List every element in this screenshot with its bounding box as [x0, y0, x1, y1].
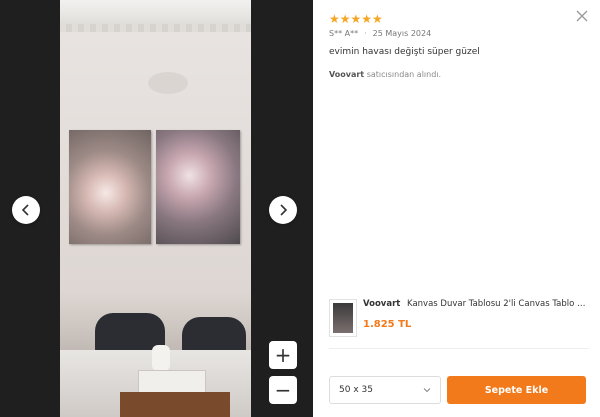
review-meta: S** A** · 25 Mayıs 2024 — [329, 29, 432, 38]
product-title[interactable]: Voovart Kanvas Duvar Tablosu 2'li Canvas… — [363, 299, 589, 309]
image-gallery: + − — [0, 0, 313, 417]
chevron-left-icon — [21, 204, 29, 216]
product-brand: Voovart — [363, 299, 401, 309]
seller-info: Voovart satıcısından alındı. — [329, 70, 441, 79]
chevron-right-icon — [280, 204, 288, 216]
zoom-in-button[interactable]: + — [269, 341, 297, 369]
seller-suffix: satıcısından alındı. — [366, 70, 442, 79]
product-price: 1.825 TL — [363, 319, 412, 330]
previous-image-button[interactable] — [12, 196, 40, 224]
divider — [329, 348, 589, 349]
review-panel: ★★★★★ S** A** · 25 Mayıs 2024 evimin hav… — [313, 0, 600, 417]
seller-name: Voovart — [329, 70, 365, 79]
product-thumbnail[interactable] — [329, 299, 357, 337]
review-photo — [60, 0, 251, 417]
review-image-viewer: + − ★★★★★ S** A** · 25 Mayıs 2024 evimin… — [0, 0, 600, 417]
add-to-cart-button[interactable]: Sepete Ekle — [447, 376, 586, 404]
rating-stars: ★★★★★ — [329, 12, 383, 26]
product-name: Kanvas Duvar Tablosu 2'li Canvas Tablo S… — [407, 299, 589, 309]
review-author: S** A** — [329, 29, 359, 38]
review-date: 25 Mayıs 2024 — [372, 29, 432, 38]
canvas-print-right — [156, 130, 240, 244]
size-value: 50 x 35 — [339, 385, 373, 395]
zoom-out-button[interactable]: − — [269, 376, 297, 404]
size-select[interactable]: 50 x 35 — [329, 376, 441, 404]
canvas-print-left — [69, 130, 151, 244]
product-summary[interactable]: Voovart Kanvas Duvar Tablosu 2'li Canvas… — [329, 299, 589, 337]
review-comment: evimin havası değişti süper güzel — [329, 47, 480, 57]
next-image-button[interactable] — [269, 196, 297, 224]
close-icon[interactable] — [576, 10, 588, 22]
chevron-down-icon — [423, 388, 431, 393]
star-rating-text: ★★★★★ — [329, 12, 383, 26]
